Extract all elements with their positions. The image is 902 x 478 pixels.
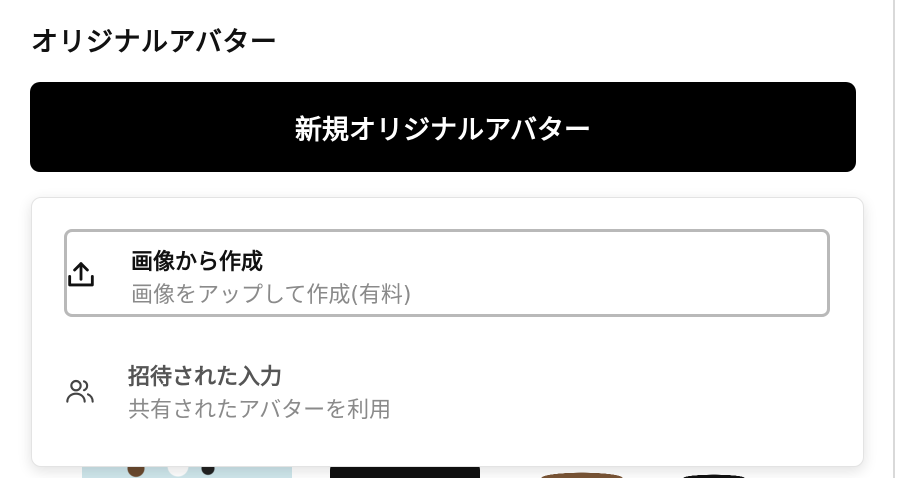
menu-item-create-from-image[interactable]: 画像から作成 画像をアップして作成(有料) (64, 229, 830, 317)
section-title: オリジナルアバター (31, 27, 278, 58)
menu-item-title: 招待された入力 (128, 365, 283, 390)
avatar-source-menu: 画像から作成 画像をアップして作成(有料) 招待された入力 共有されたアバターを… (31, 197, 864, 467)
upload-icon (64, 258, 96, 290)
new-original-avatar-button[interactable]: 新規オリジナルアバター (30, 82, 856, 172)
menu-item-subtitle: 共有されたアバターを利用 (128, 398, 392, 423)
menu-item-title: 画像から作成 (131, 250, 264, 275)
menu-item-invited-input[interactable]: 招待された入力 共有されたアバターを利用 (64, 343, 830, 431)
right-divider (893, 0, 895, 478)
menu-item-subtitle: 画像をアップして作成(有料) (131, 283, 412, 308)
users-icon (64, 375, 96, 407)
